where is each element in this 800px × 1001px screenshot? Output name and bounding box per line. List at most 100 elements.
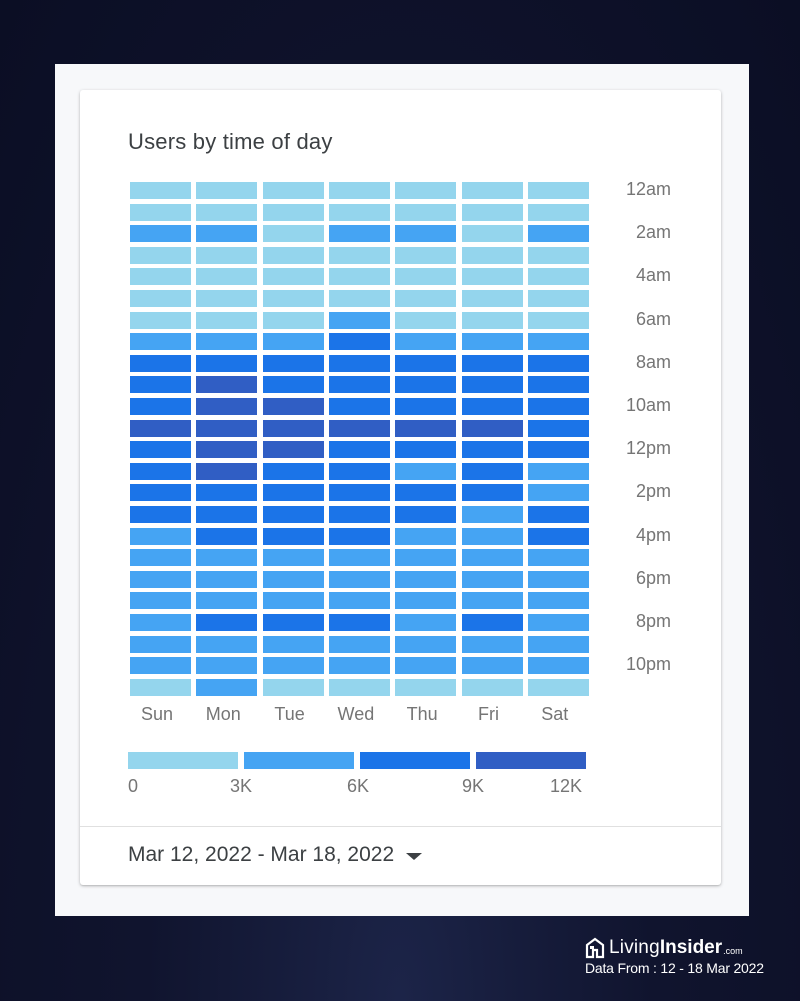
heatmap-cell-mon-12pm[interactable]: [196, 441, 258, 459]
heatmap-cell-tue-12am[interactable]: [262, 182, 324, 199]
heatmap-cell-fri-10am[interactable]: [461, 398, 523, 415]
heatmap-cell-thu-2am[interactable]: [395, 225, 457, 243]
heatmap-cell-thu-6am[interactable]: [395, 311, 457, 329]
heatmap-cell-wed-6am[interactable]: [328, 311, 390, 329]
heatmap-cell-tue-2am[interactable]: [262, 225, 324, 243]
heatmap-cell-fri-7pm[interactable]: [461, 592, 523, 610]
heatmap-cell-mon-3am[interactable]: [196, 246, 258, 264]
heatmap-cell-sat-4pm[interactable]: [527, 527, 589, 545]
heatmap-cell-fri-12pm[interactable]: [461, 441, 523, 459]
heatmap-cell-mon-11am[interactable]: [196, 419, 258, 437]
heatmap-cell-fri-1am[interactable]: [461, 203, 523, 221]
heatmap-cell-fri-3am[interactable]: [461, 246, 523, 264]
heatmap-cell-sun-10pm[interactable]: [130, 657, 191, 675]
heatmap-cell-sat-2am[interactable]: [527, 225, 589, 243]
heatmap-cell-sun-7pm[interactable]: [130, 592, 191, 610]
heatmap-cell-wed-2pm[interactable]: [328, 484, 390, 502]
heatmap-cell-mon-2pm[interactable]: [196, 484, 258, 502]
heatmap-cell-fri-11pm[interactable]: [461, 678, 523, 696]
heatmap-cell-tue-2pm[interactable]: [262, 484, 324, 502]
heatmap-cell-wed-7am[interactable]: [328, 333, 390, 351]
heatmap-cell-mon-10am[interactable]: [196, 398, 258, 415]
heatmap-cell-fri-9pm[interactable]: [461, 635, 523, 653]
heatmap-cell-mon-8am[interactable]: [196, 354, 258, 372]
heatmap-cell-fri-5am[interactable]: [461, 290, 523, 307]
heatmap-cell-thu-6pm[interactable]: [395, 570, 457, 588]
heatmap-cell-sun-4am[interactable]: [130, 268, 191, 286]
heatmap-cell-thu-3am[interactable]: [395, 246, 457, 264]
heatmap-cell-sun-9am[interactable]: [130, 376, 191, 394]
heatmap-cell-fri-5pm[interactable]: [461, 549, 523, 567]
heatmap-cell-mon-1pm[interactable]: [196, 462, 258, 480]
heatmap-cell-wed-2am[interactable]: [328, 225, 390, 243]
heatmap-cell-sun-3am[interactable]: [130, 246, 191, 264]
heatmap-cell-sat-12am[interactable]: [527, 182, 589, 199]
heatmap-cell-tue-7am[interactable]: [262, 333, 324, 351]
heatmap-cell-sat-9am[interactable]: [527, 376, 589, 394]
heatmap-cell-wed-7pm[interactable]: [328, 592, 390, 610]
heatmap-cell-mon-3pm[interactable]: [196, 506, 258, 523]
heatmap-cell-mon-12am[interactable]: [196, 182, 258, 199]
heatmap-cell-sat-1pm[interactable]: [527, 462, 589, 480]
heatmap-cell-sat-11am[interactable]: [527, 419, 589, 437]
heatmap-cell-thu-10am[interactable]: [395, 398, 457, 415]
heatmap-cell-wed-12pm[interactable]: [328, 441, 390, 459]
heatmap-cell-wed-1am[interactable]: [328, 203, 390, 221]
heatmap-cell-mon-2am[interactable]: [196, 225, 258, 243]
heatmap-cell-tue-9pm[interactable]: [262, 635, 324, 653]
heatmap-cell-wed-8am[interactable]: [328, 354, 390, 372]
heatmap-cell-mon-11pm[interactable]: [196, 678, 258, 696]
heatmap-cell-sat-5am[interactable]: [527, 290, 589, 307]
heatmap-cell-tue-1pm[interactable]: [262, 462, 324, 480]
heatmap-cell-thu-2pm[interactable]: [395, 484, 457, 502]
heatmap-cell-sat-4am[interactable]: [527, 268, 589, 286]
heatmap-cell-sun-12pm[interactable]: [130, 441, 191, 459]
heatmap-cell-sun-6pm[interactable]: [130, 570, 191, 588]
heatmap-cell-thu-12pm[interactable]: [395, 441, 457, 459]
heatmap-cell-fri-12am[interactable]: [461, 182, 523, 199]
heatmap-cell-sat-11pm[interactable]: [527, 678, 589, 696]
heatmap-cell-sat-9pm[interactable]: [527, 635, 589, 653]
heatmap-cell-thu-5pm[interactable]: [395, 549, 457, 567]
heatmap-cell-tue-11pm[interactable]: [262, 678, 324, 696]
heatmap-cell-sun-11am[interactable]: [130, 419, 191, 437]
heatmap-cell-tue-7pm[interactable]: [262, 592, 324, 610]
heatmap-cell-tue-6pm[interactable]: [262, 570, 324, 588]
heatmap-cell-thu-11pm[interactable]: [395, 678, 457, 696]
heatmap-cell-fri-1pm[interactable]: [461, 462, 523, 480]
heatmap-cell-wed-6pm[interactable]: [328, 570, 390, 588]
heatmap-cell-mon-6pm[interactable]: [196, 570, 258, 588]
heatmap-cell-mon-4pm[interactable]: [196, 527, 258, 545]
heatmap-cell-mon-7pm[interactable]: [196, 592, 258, 610]
heatmap-cell-mon-10pm[interactable]: [196, 657, 258, 675]
heatmap-cell-thu-1am[interactable]: [395, 203, 457, 221]
heatmap-cell-thu-4pm[interactable]: [395, 527, 457, 545]
heatmap-cell-fri-4am[interactable]: [461, 268, 523, 286]
heatmap-cell-wed-1pm[interactable]: [328, 462, 390, 480]
heatmap-cell-tue-4pm[interactable]: [262, 527, 324, 545]
heatmap-cell-fri-6pm[interactable]: [461, 570, 523, 588]
heatmap-cell-sun-8pm[interactable]: [130, 614, 191, 631]
heatmap-cell-mon-6am[interactable]: [196, 311, 258, 329]
heatmap-cell-mon-5pm[interactable]: [196, 549, 258, 567]
heatmap-cell-sun-7am[interactable]: [130, 333, 191, 351]
heatmap-cell-wed-8pm[interactable]: [328, 614, 390, 631]
heatmap-cell-fri-9am[interactable]: [461, 376, 523, 394]
heatmap-cell-thu-5am[interactable]: [395, 290, 457, 307]
heatmap-cell-fri-11am[interactable]: [461, 419, 523, 437]
heatmap-cell-sun-3pm[interactable]: [130, 506, 191, 523]
heatmap-cell-wed-4pm[interactable]: [328, 527, 390, 545]
heatmap-cell-sun-1am[interactable]: [130, 203, 191, 221]
heatmap-cell-wed-3am[interactable]: [328, 246, 390, 264]
heatmap-cell-sun-8am[interactable]: [130, 354, 191, 372]
heatmap-cell-thu-11am[interactable]: [395, 419, 457, 437]
heatmap-cell-sun-1pm[interactable]: [130, 462, 191, 480]
heatmap-cell-sun-9pm[interactable]: [130, 635, 191, 653]
heatmap-cell-wed-5pm[interactable]: [328, 549, 390, 567]
heatmap-cell-wed-5am[interactable]: [328, 290, 390, 307]
heatmap-cell-sat-7am[interactable]: [527, 333, 589, 351]
heatmap-cell-tue-5pm[interactable]: [262, 549, 324, 567]
heatmap-cell-sat-8am[interactable]: [527, 354, 589, 372]
heatmap-cell-sun-12am[interactable]: [130, 182, 191, 199]
heatmap-cell-sat-2pm[interactable]: [527, 484, 589, 502]
